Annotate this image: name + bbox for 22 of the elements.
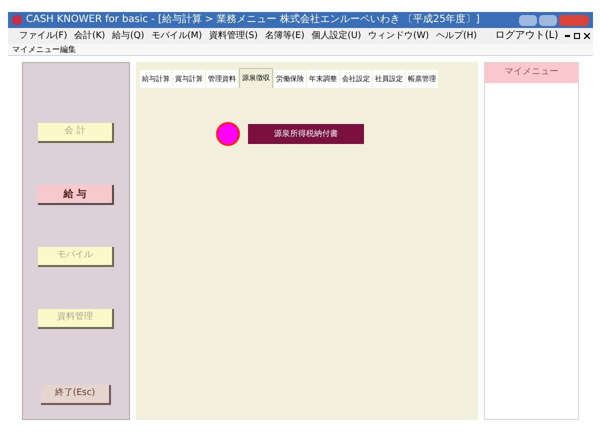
menu-item[interactable]: 会計(K): [74, 32, 106, 40]
toolbar-label[interactable]: マイメニュー編集: [12, 46, 76, 54]
minimize-button[interactable]: [519, 14, 537, 26]
logout-menu-item[interactable]: ログアウト(L): [494, 31, 558, 41]
menu-item[interactable]: ファイル(F): [19, 32, 68, 40]
menu-item[interactable]: 給与(Q): [112, 32, 144, 40]
my-menu-header: マイメニュー: [485, 63, 578, 83]
app-icon: [12, 15, 22, 25]
minimize-icon[interactable]: [565, 35, 570, 37]
exit-button[interactable]: 終了(Esc): [41, 385, 111, 405]
module-button[interactable]: 給 与: [38, 185, 114, 205]
menu-item[interactable]: モバイル(M): [151, 32, 202, 40]
menu-item[interactable]: 資料管理(S): [209, 32, 258, 40]
menu-item[interactable]: ヘルプ(H): [436, 32, 477, 40]
close-icon[interactable]: [584, 33, 590, 39]
maximize-button[interactable]: [539, 14, 557, 26]
menu-item[interactable]: 個人設定(U): [312, 32, 362, 40]
action-button[interactable]: 源泉所得税納付書: [248, 124, 364, 144]
menu-item[interactable]: ウィンドウ(W): [368, 32, 430, 40]
window-title: CASH KNOWER for basic - [給与計算 > 業務メニュー 株式会社エンルーペいわき 〔平成25年度〕]: [26, 15, 480, 25]
menu-item[interactable]: 名簿等(E): [264, 32, 305, 40]
restore-icon[interactable]: [574, 33, 580, 39]
